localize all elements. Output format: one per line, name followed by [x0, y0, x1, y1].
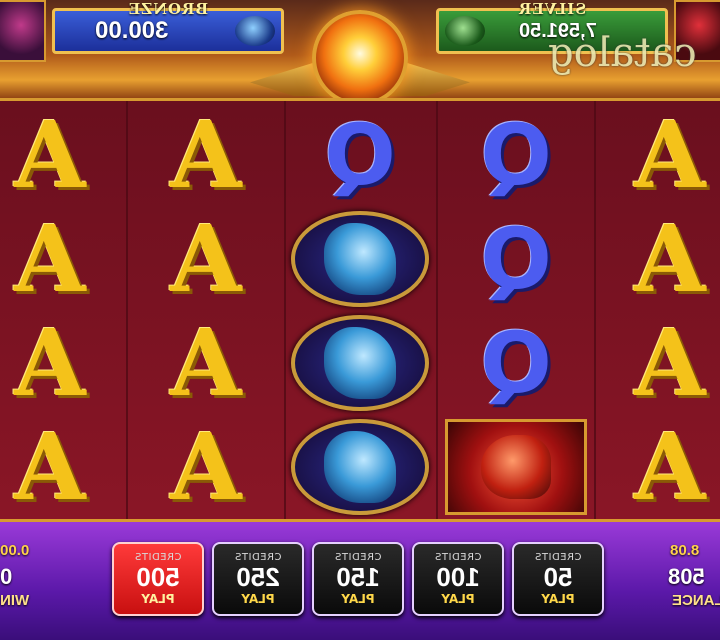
symbol-a-icon: A	[634, 101, 706, 209]
blue-dragon-icon	[291, 419, 429, 515]
reel-divider	[436, 101, 438, 519]
play-label: PLAY	[241, 591, 275, 606]
symbol-a-icon: A	[170, 101, 242, 209]
symbol-a-icon: A	[170, 205, 242, 313]
fire-orb-icon	[312, 10, 408, 106]
symbol-a-icon: A	[634, 309, 706, 417]
watermark-logo: catalog	[548, 30, 697, 76]
play-label: PLAY	[541, 591, 575, 606]
corner-ornament-left	[0, 0, 46, 62]
blue-dragon-icon	[291, 315, 429, 411]
win-amount: 0	[0, 564, 13, 589]
balance-amount: 508	[668, 564, 705, 589]
symbol-q-icon: Q	[480, 210, 552, 308]
credits-amount: 100	[436, 562, 480, 593]
symbol-a-icon: A	[14, 413, 86, 521]
play-label: PLAY	[141, 591, 175, 606]
bet-button-100[interactable]: CREDITS 100 PLAY	[412, 542, 504, 616]
win-label: WIN	[0, 592, 30, 609]
jackpot-value: 300.00	[95, 17, 169, 44]
symbol-a-icon: A	[14, 309, 86, 417]
jackpot-header: BRONZE 300.00 SILVER 7,591.50 catalog	[0, 0, 720, 106]
symbol-a-icon: A	[634, 413, 706, 521]
jackpot-meter-left: BRONZE 300.00	[52, 0, 284, 54]
reel-divider	[126, 101, 128, 519]
win-credits-value: 0.00	[0, 542, 30, 559]
symbol-q-icon: Q	[324, 106, 396, 204]
symbol-a-icon: A	[14, 205, 86, 313]
balance-label: BALANCE	[672, 592, 720, 609]
reel-grid: AAAAAAAAQQQQAAAA	[0, 98, 720, 522]
symbol-a-icon: A	[634, 205, 706, 313]
reel-divider	[594, 101, 596, 519]
credits-amount: 50	[543, 562, 573, 593]
balance-credits-value: 8.08	[670, 542, 700, 559]
blue-dragon-icon	[291, 211, 429, 307]
symbol-a-icon: A	[170, 413, 242, 521]
bet-button-250[interactable]: CREDITS 250 PLAY	[212, 542, 304, 616]
red-dragon-icon	[445, 419, 587, 515]
slot-game-screen: BRONZE 300.00 SILVER 7,591.50 catalog AA…	[0, 0, 720, 640]
control-bar: 0.00 0 WIN 8.08 508 BALANCE CREDITS 500 …	[0, 522, 720, 640]
symbol-q-icon: Q	[480, 106, 552, 204]
symbol-a-icon: A	[170, 309, 242, 417]
credits-amount: 250	[236, 562, 280, 593]
symbol-q-icon: Q	[480, 314, 552, 412]
jackpot-title: BRONZE	[127, 0, 209, 18]
play-label: PLAY	[441, 591, 475, 606]
play-label: PLAY	[341, 591, 375, 606]
bet-button-150[interactable]: CREDITS 150 PLAY	[312, 542, 404, 616]
credits-amount: 500	[136, 562, 180, 593]
gem-icon	[445, 16, 485, 46]
bet-button-500[interactable]: CREDITS 500 PLAY	[112, 542, 204, 616]
bet-button-50[interactable]: CREDITS 50 PLAY	[512, 542, 604, 616]
gem-icon	[235, 16, 275, 46]
jackpot-title: SILVER	[517, 0, 587, 18]
reel-divider	[284, 101, 286, 519]
symbol-a-icon: A	[14, 101, 86, 209]
credits-amount: 150	[336, 562, 380, 593]
